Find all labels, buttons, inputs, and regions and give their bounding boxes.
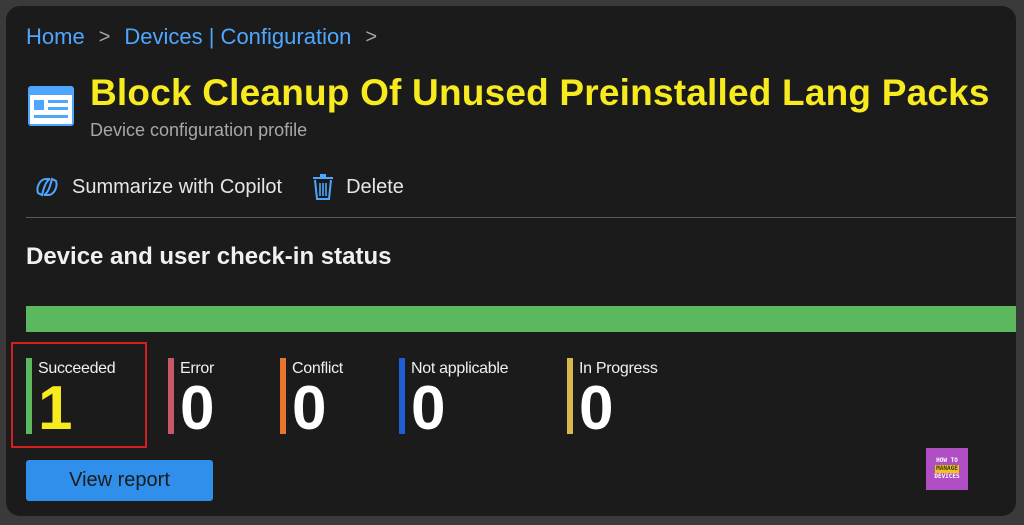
copilot-label: Summarize with Copilot	[72, 175, 283, 198]
progress-fill-succeeded	[26, 306, 1016, 332]
logo-line-1: HOW TO	[936, 457, 958, 464]
stat-succeeded-value: 1	[38, 374, 73, 443]
how-to-manage-devices-logo: HOW TO MANAGE DEVICES	[926, 448, 968, 490]
stat-in-progress-color-bar	[567, 358, 573, 434]
page-frame: Home > Devices | Configuration > Block C…	[6, 6, 1016, 516]
page-title: Block Cleanup Of Unused Preinstalled Lan…	[90, 72, 990, 113]
trash-icon	[313, 174, 334, 200]
stat-succeeded-color-bar	[26, 358, 32, 434]
checkin-progress-bar	[26, 306, 1016, 332]
configuration-profile-icon	[28, 86, 74, 126]
view-report-button[interactable]: View report	[26, 460, 213, 501]
breadcrumb-home[interactable]: Home	[26, 24, 85, 50]
stat-error-value: 0	[180, 374, 215, 443]
delete-label: Delete	[346, 175, 404, 198]
copilot-icon	[36, 177, 58, 197]
stat-error-color-bar	[168, 358, 174, 434]
checkin-status-heading: Device and user check-in status	[26, 243, 392, 270]
stat-in-progress-value: 0	[579, 374, 614, 443]
stat-not-applicable-value: 0	[411, 374, 446, 443]
breadcrumb-separator-icon: >	[98, 25, 111, 48]
stat-conflict-color-bar	[280, 358, 286, 434]
page-subtitle: Device configuration profile	[90, 120, 308, 140]
stat-conflict-value: 0	[292, 374, 327, 443]
delete-button[interactable]: Delete	[312, 174, 404, 200]
summarize-with-copilot-button[interactable]: Summarize with Copilot	[34, 175, 282, 199]
toolbar-divider	[26, 217, 1016, 218]
breadcrumb-devices-configuration[interactable]: Devices | Configuration	[124, 24, 351, 50]
breadcrumb: Home > Devices | Configuration >	[26, 24, 391, 50]
stat-not-applicable-color-bar	[399, 358, 405, 434]
breadcrumb-separator-icon: >	[365, 25, 378, 48]
logo-line-2: MANAGE	[935, 465, 959, 473]
logo-line-3: DEVICES	[934, 473, 960, 480]
toolbar: Summarize with Copilot Delete	[34, 174, 404, 200]
